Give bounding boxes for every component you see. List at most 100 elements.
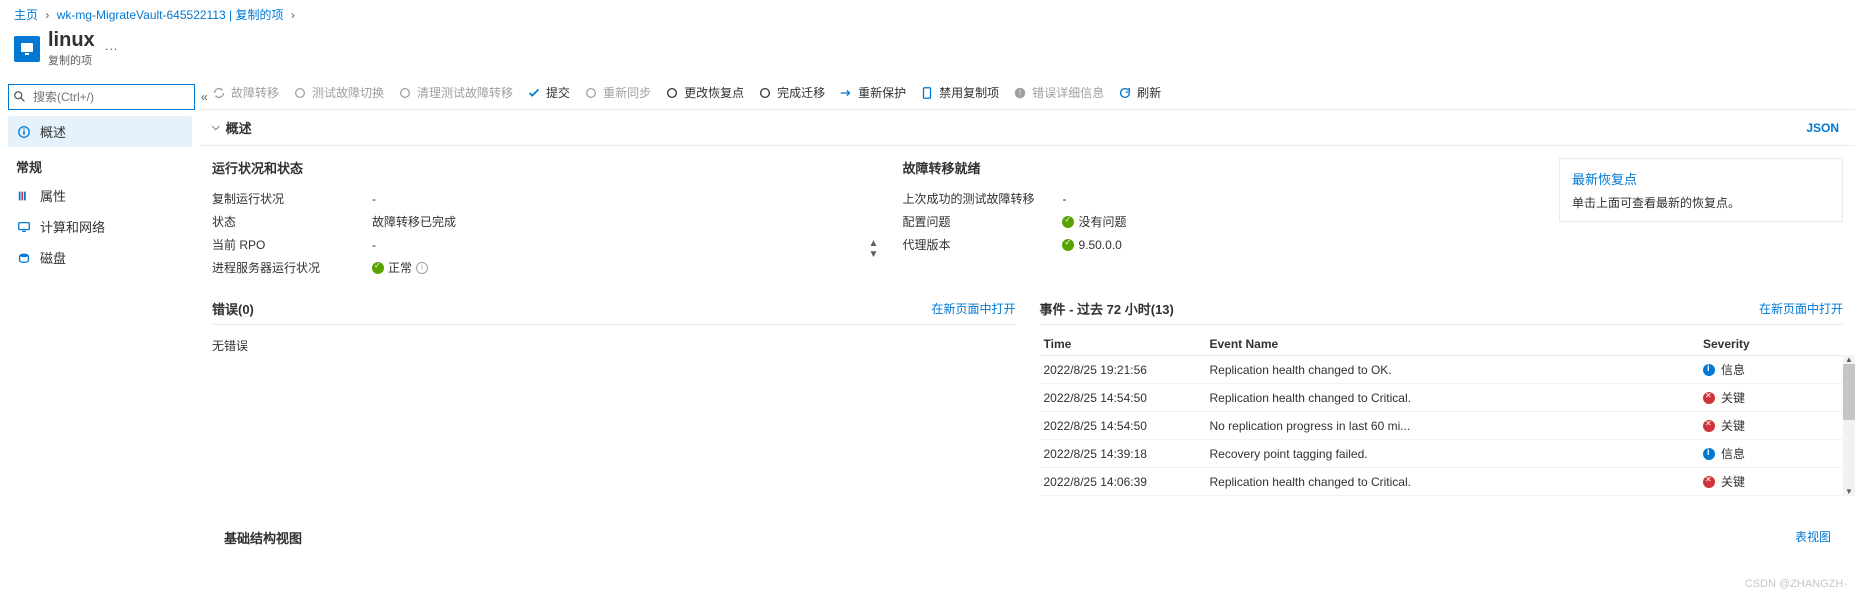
nav-label: 概述 — [40, 122, 66, 141]
event-severity: 信息 — [1721, 445, 1745, 462]
toolbar-label: 清理测试故障转移 — [417, 84, 513, 101]
toolbar-complete[interactable]: 完成迁移 — [758, 84, 825, 101]
status-ok-icon — [1062, 216, 1074, 228]
event-severity: 信息 — [1721, 361, 1745, 378]
chevron-down-icon: ⌵ — [212, 122, 220, 133]
expand-handle[interactable]: ▲▼ — [869, 158, 879, 279]
health-status-title: 运行状况和状态 — [212, 158, 845, 177]
events-title: 事件 - 过去 72 小时(13) — [1040, 299, 1174, 318]
event-name: Recovery point tagging failed. — [1210, 447, 1704, 461]
property-key: 当前 RPO — [212, 236, 372, 253]
event-name: Replication health changed to Critical. — [1210, 391, 1704, 405]
toolbar-disable[interactable]: 禁用复制项 — [920, 84, 999, 101]
event-name: No replication progress in last 60 mi... — [1210, 419, 1704, 433]
event-row[interactable]: 2022/8/25 14:39:18Recovery point tagging… — [1040, 440, 1844, 468]
nav-compute[interactable]: 计算和网络 — [8, 211, 192, 242]
toolbar-commit[interactable]: 提交 — [527, 84, 570, 101]
nav-label: 计算和网络 — [40, 217, 105, 236]
svg-text:!: ! — [1019, 88, 1021, 97]
toolbar-label: 刷新 — [1137, 84, 1161, 101]
chevron-right-icon: › — [291, 8, 295, 22]
toolbar-label: 禁用复制项 — [939, 84, 999, 101]
scroll-down-icon[interactable]: ▼ — [1843, 487, 1855, 496]
errors-title: 错误(0) — [212, 299, 254, 318]
event-row[interactable]: 2022/8/25 14:06:39Replication health cha… — [1040, 468, 1844, 496]
property-key: 配置问题 — [902, 213, 1062, 230]
recovery-point-box[interactable]: 最新恢复点 单击上面可查看最新的恢复点。 — [1559, 158, 1843, 222]
property-row: 上次成功的测试故障转移- — [902, 187, 1535, 210]
scroll-thumb[interactable] — [1843, 364, 1855, 420]
property-row: 当前 RPO- — [212, 233, 845, 256]
toolbar-cleanup: 清理测试故障转移 — [398, 84, 513, 101]
vm-icon — [14, 36, 40, 62]
nav-overview[interactable]: 概述 — [8, 116, 192, 147]
nav-group-general: 常规 — [8, 147, 192, 180]
toolbar-failover: 故障转移 — [212, 84, 279, 101]
property-value: - — [1062, 192, 1066, 206]
events-panel: 事件 - 过去 72 小时(13) 在新页面中打开 Time Event Nam… — [1040, 299, 1844, 496]
error-icon: ! — [1013, 86, 1027, 100]
nav-disks[interactable]: 磁盘 — [8, 242, 192, 273]
event-time: 2022/8/25 14:39:18 — [1040, 447, 1210, 461]
scroll-up-icon[interactable]: ▲ — [1843, 355, 1855, 364]
resync-icon — [584, 86, 598, 100]
toolbar-label: 重新保护 — [858, 84, 906, 101]
page-title: linux — [48, 29, 95, 52]
toolbar-resync: 重新同步 — [584, 84, 651, 101]
breadcrumb-item[interactable]: wk-mg-MigrateVault-645522113 | 复制的项 — [57, 8, 284, 22]
toolbar-reprotect[interactable]: 重新保护 — [839, 84, 906, 101]
scrollbar[interactable]: ▲ ▼ — [1843, 355, 1855, 496]
overview-header[interactable]: ⌵ 概述 JSON — [200, 110, 1855, 146]
event-severity: 关键 — [1721, 389, 1745, 406]
property-row: 复制运行状况- — [212, 187, 845, 210]
event-name: Replication health changed to OK. — [1210, 363, 1704, 377]
property-key: 状态 — [212, 213, 372, 230]
table-view-link[interactable]: 表视图 — [1795, 528, 1831, 547]
chevron-right-icon: › — [45, 8, 49, 22]
property-value: - — [372, 192, 376, 206]
event-severity: 关键 — [1721, 417, 1745, 434]
refresh-icon — [1118, 86, 1132, 100]
info-icon[interactable]: i — [416, 262, 428, 274]
search-input[interactable] — [8, 84, 195, 110]
col-event-name: Event Name — [1210, 337, 1704, 351]
section-title: 概述 — [226, 118, 252, 137]
disk-icon — [16, 250, 32, 266]
toolbar-change-rp[interactable]: 更改恢复点 — [665, 84, 744, 101]
property-value: 故障转移已完成 — [372, 213, 456, 230]
no-errors-text: 无错误 — [212, 333, 1016, 358]
properties-icon — [16, 188, 32, 204]
status-ok-icon — [1062, 239, 1074, 251]
toolbar-label: 故障转移 — [231, 84, 279, 101]
open-new-page-link[interactable]: 在新页面中打开 — [931, 300, 1015, 317]
critical-icon — [1703, 476, 1715, 488]
cleanup-icon — [398, 86, 412, 100]
event-row[interactable]: 2022/8/25 19:21:56Replication health cha… — [1040, 356, 1844, 384]
infra-view-title: 基础结构视图 — [224, 528, 302, 547]
breadcrumb: 主页 › wk-mg-MigrateVault-645522113 | 复制的项… — [0, 0, 1855, 27]
more-icon[interactable]: ··· — [105, 41, 118, 56]
disable-icon — [920, 86, 934, 100]
event-severity: 关键 — [1721, 473, 1745, 490]
toolbar-label: 提交 — [546, 84, 570, 101]
event-row[interactable]: 2022/8/25 14:54:50No replication progres… — [1040, 412, 1844, 440]
toolbar-label: 完成迁移 — [777, 84, 825, 101]
breadcrumb-item[interactable]: 主页 — [14, 8, 38, 22]
property-value: 正常 — [388, 259, 412, 276]
json-view-link[interactable]: JSON — [1806, 121, 1839, 135]
event-time: 2022/8/25 14:06:39 — [1040, 475, 1210, 489]
events-table: Time Event Name Severity 2022/8/25 19:21… — [1040, 333, 1844, 496]
critical-icon — [1703, 392, 1715, 404]
infra-view-section: 基础结构视图 表视图 — [200, 508, 1855, 551]
property-key: 复制运行状况 — [212, 190, 372, 207]
property-row: 进程服务器运行状况正常i — [212, 256, 845, 279]
property-key: 代理版本 — [902, 236, 1062, 253]
event-row[interactable]: 2022/8/25 14:54:50Replication health cha… — [1040, 384, 1844, 412]
nav-properties[interactable]: 属性 — [8, 180, 192, 211]
property-value: 9.50.0.0 — [1078, 238, 1121, 252]
commit-icon — [527, 86, 541, 100]
toolbar-label: 测试故障切换 — [312, 84, 384, 101]
toolbar-refresh[interactable]: 刷新 — [1118, 84, 1161, 101]
col-time: Time — [1040, 337, 1210, 351]
open-new-page-link[interactable]: 在新页面中打开 — [1759, 300, 1843, 317]
